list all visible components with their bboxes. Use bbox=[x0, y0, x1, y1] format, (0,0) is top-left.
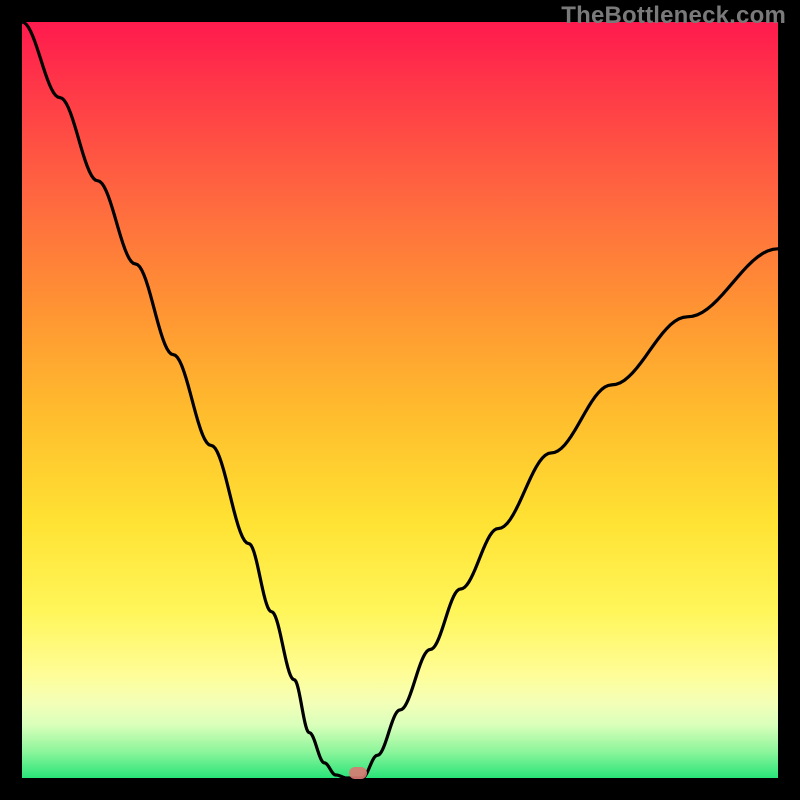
watermark-text: TheBottleneck.com bbox=[561, 2, 786, 30]
chart-frame: TheBottleneck.com bbox=[0, 0, 800, 800]
plot-area bbox=[22, 22, 778, 778]
bottleneck-curve bbox=[22, 22, 778, 778]
optimal-marker bbox=[349, 767, 367, 779]
